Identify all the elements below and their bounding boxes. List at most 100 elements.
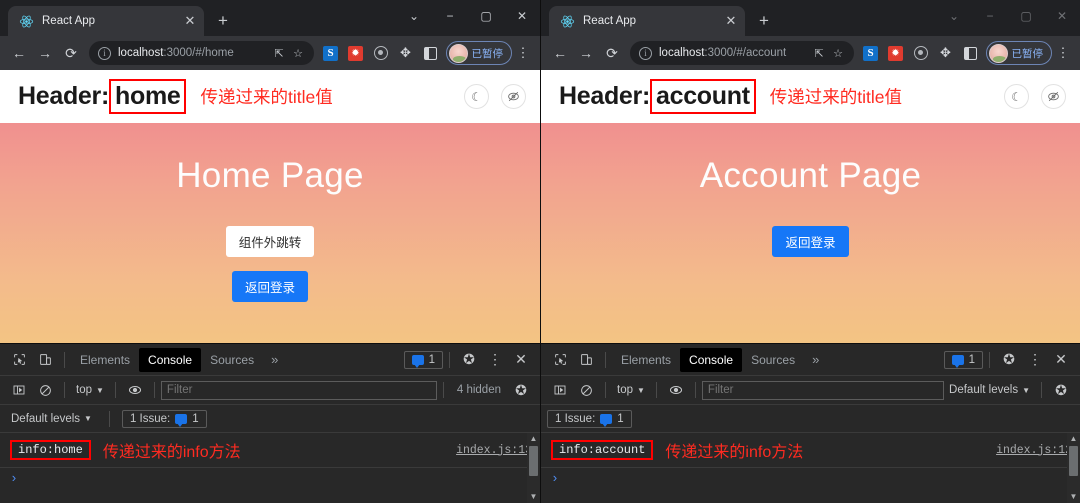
- close-tab-icon[interactable]: ✕: [723, 13, 739, 29]
- console-prompt[interactable]: ›: [541, 468, 1080, 489]
- tab-elements[interactable]: Elements: [71, 348, 139, 372]
- devtools-menu-icon[interactable]: ⋮: [482, 351, 508, 368]
- live-expression-icon[interactable]: [122, 378, 148, 402]
- console-sidebar-icon[interactable]: [6, 378, 32, 402]
- console-settings-gear-icon[interactable]: ✪: [508, 382, 534, 399]
- close-window-button[interactable]: ✕: [1044, 9, 1080, 23]
- chrome-menu-icon[interactable]: ⋮: [512, 46, 534, 59]
- close-tab-icon[interactable]: ✕: [182, 13, 198, 29]
- adblock-icon[interactable]: [344, 41, 368, 65]
- close-devtools-icon[interactable]: ✕: [1048, 351, 1074, 368]
- close-window-button[interactable]: ✕: [504, 9, 540, 23]
- default-levels-selector[interactable]: Default levels ▼: [6, 411, 97, 427]
- scroll-up-icon[interactable]: ▲: [1070, 433, 1078, 445]
- tab-sources[interactable]: Sources: [742, 348, 804, 372]
- console-scrollbar[interactable]: ▲ ▼: [527, 433, 540, 503]
- back-to-login-button[interactable]: 返回登录: [772, 226, 849, 257]
- devtools-menu-icon[interactable]: ⋮: [1022, 351, 1048, 368]
- tab-console[interactable]: Console: [139, 347, 202, 372]
- sogou-icon[interactable]: S: [859, 41, 883, 65]
- tab-elements[interactable]: Elements: [612, 348, 680, 372]
- console-settings-gear-icon[interactable]: ✪: [1048, 382, 1074, 399]
- reload-icon[interactable]: ⟳: [599, 40, 625, 66]
- issues-counter[interactable]: 1: [943, 350, 983, 369]
- context-selector[interactable]: top ▼: [71, 382, 109, 398]
- scrollbar-thumb[interactable]: [529, 446, 538, 476]
- filter-input[interactable]: [701, 380, 945, 400]
- tab-search-button[interactable]: ⌄: [396, 9, 432, 23]
- context-selector[interactable]: top ▼: [612, 382, 650, 398]
- browser-tab[interactable]: React App ✕: [8, 6, 204, 36]
- share-icon[interactable]: ⇱: [270, 47, 289, 60]
- moon-icon[interactable]: ☾: [1004, 84, 1029, 109]
- console-sidebar-icon[interactable]: [547, 378, 573, 402]
- site-info-icon[interactable]: i: [98, 46, 111, 60]
- more-tabs-icon[interactable]: »: [804, 352, 827, 367]
- cursor-select-icon[interactable]: [547, 348, 573, 372]
- issue-summary-pill[interactable]: 1 Issue: 1: [121, 409, 207, 428]
- clear-console-icon[interactable]: [32, 378, 58, 402]
- tab-console[interactable]: Console: [680, 347, 743, 372]
- back-icon[interactable]: ←: [6, 40, 32, 66]
- scroll-up-icon[interactable]: ▲: [530, 433, 538, 445]
- adblock-icon[interactable]: [884, 41, 908, 65]
- issue-summary-pill[interactable]: 1 Issue: 1: [547, 409, 632, 428]
- profile-label: 已暂停: [471, 47, 504, 60]
- tab-search-button[interactable]: ⌄: [936, 9, 972, 23]
- address-bar[interactable]: i localhost:3000/#/account ⇱ ☆: [630, 41, 854, 65]
- live-expression-icon[interactable]: [663, 378, 689, 402]
- eye-off-icon[interactable]: [1041, 84, 1066, 109]
- device-toolbar-icon[interactable]: [32, 348, 58, 372]
- browser-tab[interactable]: React App ✕: [549, 6, 745, 36]
- device-toolbar-icon[interactable]: [573, 348, 599, 372]
- scrollbar-thumb[interactable]: [1069, 446, 1078, 476]
- new-tab-button[interactable]: +: [210, 8, 236, 34]
- maximize-button[interactable]: ▢: [1008, 9, 1044, 23]
- minimize-button[interactable]: −: [972, 9, 1008, 23]
- back-icon[interactable]: ←: [547, 40, 573, 66]
- issues-counter[interactable]: 1: [403, 350, 443, 369]
- chrome-menu-icon[interactable]: ⋮: [1052, 46, 1074, 59]
- profile-button[interactable]: 已暂停: [445, 41, 512, 65]
- minimize-button[interactable]: −: [432, 9, 468, 23]
- sidepanel-icon[interactable]: [419, 41, 443, 65]
- maximize-button[interactable]: ▢: [468, 9, 504, 23]
- console-source-link[interactable]: index.js:12: [986, 444, 1072, 457]
- sidepanel-icon[interactable]: [959, 41, 983, 65]
- gear-icon[interactable]: ✪: [996, 351, 1022, 368]
- profile-button[interactable]: 已暂停: [985, 41, 1052, 65]
- address-bar[interactable]: i localhost:3000/#/home ⇱ ☆: [89, 41, 314, 65]
- puzzle-icon[interactable]: ✥: [394, 41, 418, 65]
- filter-input[interactable]: [160, 380, 437, 400]
- gear-icon[interactable]: ✪: [456, 351, 482, 368]
- page-body: Home Page 组件外跳转 返回登录: [0, 123, 540, 343]
- scroll-down-icon[interactable]: ▼: [1070, 491, 1078, 503]
- bookmark-star-icon[interactable]: ☆: [289, 47, 308, 60]
- console-prompt[interactable]: ›: [0, 468, 540, 489]
- url-text: localhost:3000/#/home: [118, 47, 270, 59]
- target-icon[interactable]: [909, 41, 933, 65]
- scroll-down-icon[interactable]: ▼: [530, 491, 538, 503]
- bookmark-star-icon[interactable]: ☆: [829, 47, 848, 60]
- site-info-icon[interactable]: i: [639, 46, 652, 60]
- close-devtools-icon[interactable]: ✕: [508, 351, 534, 368]
- moon-icon[interactable]: ☾: [464, 84, 489, 109]
- more-tabs-icon[interactable]: »: [263, 352, 286, 367]
- share-icon[interactable]: ⇱: [810, 47, 829, 60]
- back-to-login-button[interactable]: 返回登录: [231, 271, 308, 302]
- forward-icon[interactable]: →: [573, 40, 599, 66]
- console-scrollbar[interactable]: ▲ ▼: [1067, 433, 1080, 503]
- clear-console-icon[interactable]: [573, 378, 599, 402]
- sogou-icon[interactable]: S: [319, 41, 343, 65]
- target-icon[interactable]: [369, 41, 393, 65]
- new-tab-button[interactable]: +: [751, 8, 777, 34]
- reload-icon[interactable]: ⟳: [58, 40, 84, 66]
- external-jump-button[interactable]: 组件外跳转: [225, 226, 315, 257]
- cursor-select-icon[interactable]: [6, 348, 32, 372]
- console-source-link[interactable]: index.js:13: [446, 444, 532, 457]
- forward-icon[interactable]: →: [32, 40, 58, 66]
- tab-sources[interactable]: Sources: [201, 348, 263, 372]
- eye-off-icon[interactable]: [501, 84, 526, 109]
- default-levels-selector[interactable]: Default levels ▼: [944, 382, 1035, 398]
- puzzle-icon[interactable]: ✥: [934, 41, 958, 65]
